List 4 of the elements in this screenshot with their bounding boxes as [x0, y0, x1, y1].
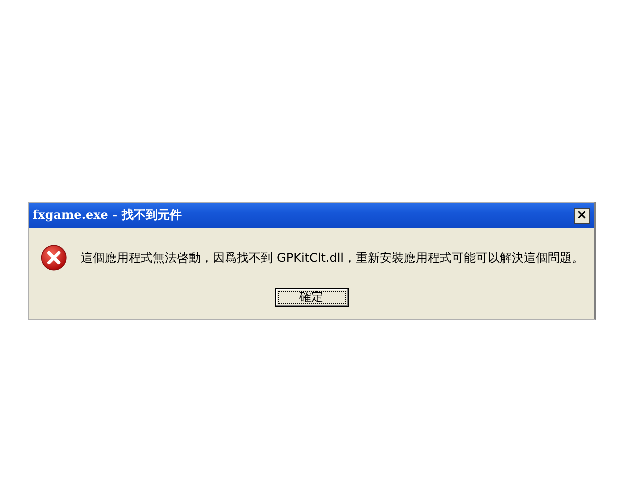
- close-button[interactable]: ×: [574, 208, 590, 224]
- window-title: fxgame.exe - 找不到元件: [33, 207, 182, 224]
- error-message: 這個應用程式無法啓動，因爲找不到 GPKitClt.dll，重新安裝應用程式可能可以解決這個問題。: [81, 250, 584, 266]
- ok-button[interactable]: 確定: [274, 288, 348, 307]
